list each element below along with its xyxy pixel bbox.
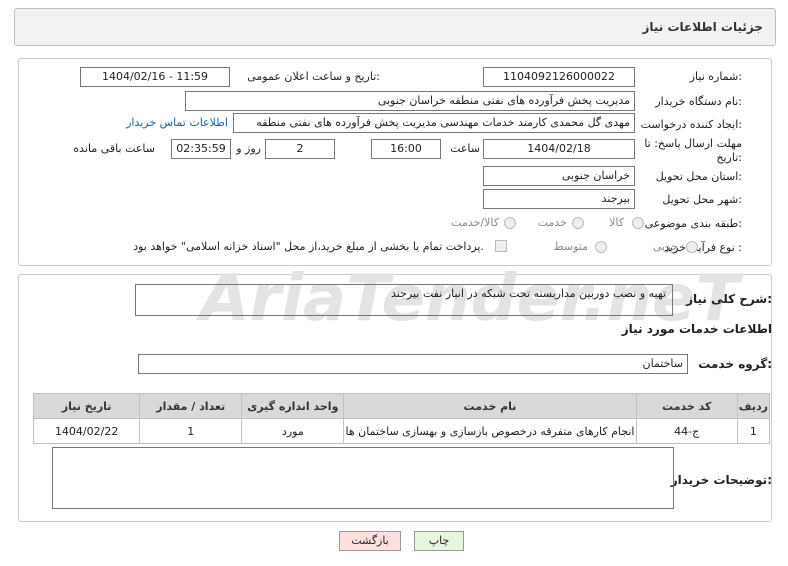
page-header: جزئیات اطلاعات نیاز bbox=[14, 8, 776, 46]
process-medium-label: متوسط bbox=[553, 240, 588, 253]
row-index-cell: 1 bbox=[736, 418, 771, 444]
col-unit-header: واحد اندازه گیری bbox=[241, 393, 345, 419]
col-code-header: کد خدمت bbox=[635, 393, 738, 419]
announce-date-field: 1404/02/16 - 11:59 bbox=[80, 67, 230, 87]
need-number-label: شماره نیاز: bbox=[689, 70, 742, 83]
page-title: جزئیات اطلاعات نیاز bbox=[642, 20, 763, 34]
buyer-notes-textarea[interactable] bbox=[52, 447, 674, 509]
category-goods-radio[interactable] bbox=[632, 217, 644, 229]
deadline-date-label: تاریخ: bbox=[716, 151, 742, 164]
service-group-field: ساختمان bbox=[138, 354, 688, 374]
col-date-header: تاریخ نیاز bbox=[32, 393, 141, 419]
deadline-date-field: 1404/02/18 bbox=[483, 139, 635, 159]
table-header-row: ردیف کد خدمت نام خدمت واحد اندازه گیری ت… bbox=[32, 393, 771, 419]
category-goods-service-label: کالا/خدمت bbox=[451, 216, 499, 229]
quantity-cell: 1 bbox=[139, 418, 243, 444]
category-service-label: خدمت bbox=[537, 216, 567, 229]
buyer-org-label: نام دستگاه خریدار: bbox=[655, 95, 742, 108]
col-name-header: نام خدمت bbox=[343, 393, 637, 419]
province-field: خراسان جنوبی bbox=[483, 166, 635, 186]
category-label: طبقه بندی موضوعی: bbox=[644, 217, 742, 230]
back-button[interactable]: بازگشت bbox=[339, 531, 401, 551]
process-partial-radio[interactable] bbox=[686, 241, 698, 253]
services-table: ردیف کد خدمت نام خدمت واحد اندازه گیری ت… bbox=[32, 393, 771, 444]
col-qty-header: تعداد / مقدار bbox=[139, 393, 243, 419]
service-code-cell: ج-44 bbox=[635, 418, 738, 444]
treasury-payment-note: پرداخت تمام یا بخشی از مبلغ خرید،از محل … bbox=[133, 240, 484, 253]
remaining-time-label: ساعت باقی مانده bbox=[73, 142, 155, 155]
buyer-contact-link[interactable]: اطلاعات تماس خریدار bbox=[126, 116, 228, 129]
col-row-header: ردیف bbox=[736, 393, 771, 419]
need-date-cell: 1404/02/22 bbox=[32, 418, 141, 444]
need-number-field: 1104092126000022 bbox=[483, 67, 635, 87]
services-heading: اطلاعات خدمات مورد نیاز bbox=[621, 322, 772, 336]
city-field: بیرجند bbox=[483, 189, 635, 209]
treasury-payment-checkbox[interactable] bbox=[495, 240, 507, 252]
summary-textarea[interactable]: تهیه و نصب دوربین مداربسته تحت شبکه در ا… bbox=[135, 284, 673, 316]
days-label: روز و bbox=[236, 142, 261, 155]
province-label: استان محل تحویل: bbox=[655, 170, 742, 183]
category-goods-service-radio[interactable] bbox=[504, 217, 516, 229]
creator-field: مهدی گل محمدی کارمند خدمات مهندسی مدیریت… bbox=[233, 113, 635, 133]
remaining-time-field: 02:35:59 bbox=[171, 139, 231, 159]
need-info-panel bbox=[18, 58, 772, 266]
creator-label: ایجاد کننده درخواست: bbox=[640, 118, 742, 131]
process-medium-radio[interactable] bbox=[595, 241, 607, 253]
days-remaining-field: 2 bbox=[265, 139, 335, 159]
print-button[interactable]: چاپ bbox=[414, 531, 464, 551]
deadline-time-field: 16:00 bbox=[371, 139, 441, 159]
buyer-org-field: مدیریت پخش فرآورده های نفتی منطقه خراسان… bbox=[185, 91, 635, 111]
city-label: شهر محل تحویل: bbox=[662, 193, 742, 206]
service-group-label: گروه خدمت: bbox=[698, 357, 772, 371]
summary-text: تهیه و نصب دوربین مداربسته تحت شبکه در ا… bbox=[391, 287, 666, 300]
table-row: 1 ج-44 انجام کارهای متفرقه درخصوص بازساز… bbox=[32, 418, 771, 444]
unit-cell: مورد bbox=[241, 418, 345, 444]
category-goods-label: کالا bbox=[609, 216, 624, 229]
deadline-label: مهلت ارسال پاسخ: تا bbox=[644, 137, 742, 150]
deadline-time-label: ساعت bbox=[450, 142, 480, 155]
announce-date-label: تاریخ و ساعت اعلان عمومی: bbox=[247, 70, 380, 83]
category-service-radio[interactable] bbox=[572, 217, 584, 229]
buyer-notes-label: توضیحات خریدار: bbox=[670, 473, 772, 487]
process-partial-label: جزیی bbox=[652, 240, 678, 253]
service-name-cell: انجام کارهای متفرقه درخصوص بازسازی و بهس… bbox=[343, 418, 637, 444]
summary-label: شرح کلی نیاز: bbox=[686, 292, 772, 306]
